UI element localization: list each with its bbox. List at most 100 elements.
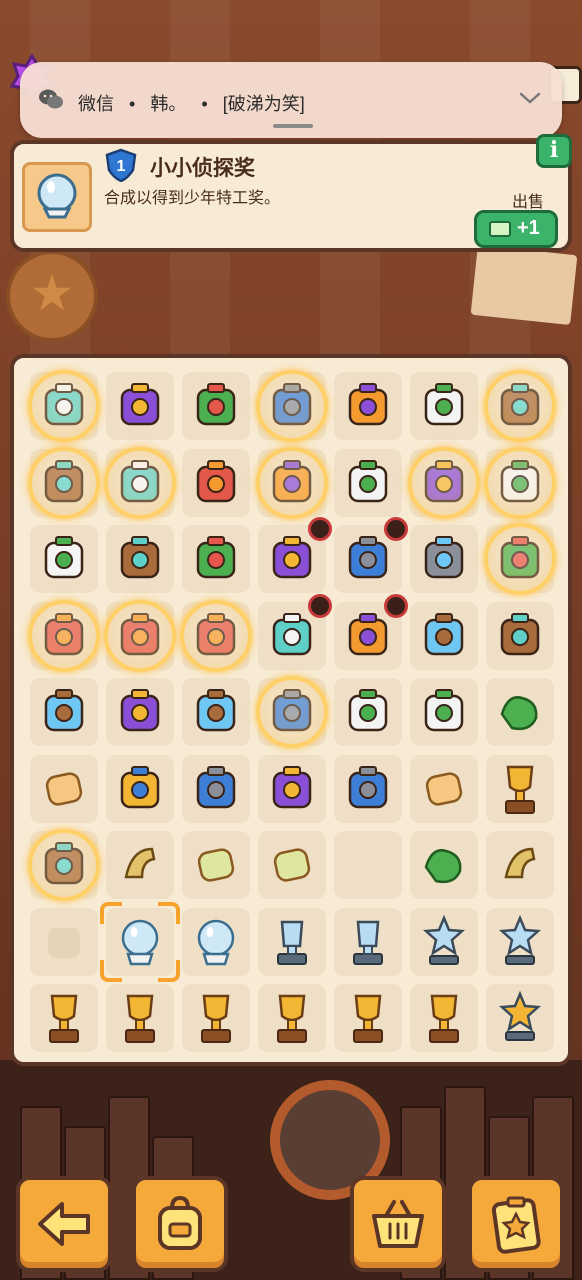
board-cell[interactable]	[180, 370, 252, 442]
wechat-notification[interactable]: 微信 • 韩。 • [破涕为笑]	[20, 62, 562, 138]
board-cell[interactable]	[408, 676, 480, 748]
board-cell[interactable]	[180, 829, 252, 901]
sell-button[interactable]: +1	[474, 210, 558, 248]
board-cell[interactable]	[104, 982, 176, 1054]
board-cell[interactable]	[408, 829, 480, 901]
info-button[interactable]: i	[536, 134, 572, 168]
gift-bubble[interactable]	[104, 599, 176, 672]
board-cell[interactable]	[28, 370, 100, 442]
board-cell[interactable]	[180, 982, 252, 1054]
board-cell[interactable]	[332, 447, 404, 519]
board-cell[interactable]	[332, 517, 408, 595]
board-cell[interactable]	[484, 600, 556, 672]
gift-bubble[interactable]	[256, 370, 328, 442]
board-cell[interactable]	[408, 906, 480, 978]
first-aid-kit-icon	[348, 689, 388, 732]
gift-bubble[interactable]	[28, 370, 100, 442]
board-cell[interactable]	[484, 982, 556, 1054]
gift-bubble[interactable]	[28, 599, 100, 672]
board-cell[interactable]	[256, 517, 332, 595]
board-cell[interactable]	[408, 600, 480, 672]
board-cell[interactable]	[256, 446, 328, 519]
shop-basket-button[interactable]	[350, 1176, 446, 1272]
board-cell[interactable]	[332, 753, 404, 825]
board-cell[interactable]	[256, 906, 328, 978]
board-cell[interactable]	[484, 370, 556, 442]
gift-bubble[interactable]	[28, 829, 100, 901]
board-cell[interactable]	[256, 829, 328, 901]
board-cell[interactable]	[104, 446, 176, 519]
board-cell[interactable]	[104, 370, 176, 442]
cookie-icon	[45, 771, 83, 806]
green-cloth-icon	[424, 849, 462, 884]
board-cell[interactable]	[104, 523, 176, 595]
gold-ring-icon	[505, 765, 535, 814]
board-cell[interactable]	[256, 593, 332, 672]
board-cell[interactable]	[484, 753, 556, 825]
board-cell[interactable]	[104, 676, 176, 748]
board-cell[interactable]	[408, 370, 480, 442]
gift-bubble[interactable]	[408, 446, 480, 519]
gift-bubble[interactable]	[28, 446, 100, 519]
gift-bubble[interactable]	[256, 446, 328, 519]
back-button[interactable]	[16, 1176, 112, 1272]
board-cell[interactable]	[28, 676, 100, 748]
gold-chess-icon	[353, 994, 383, 1043]
board-cell[interactable]	[484, 446, 556, 519]
backpack-button[interactable]	[132, 1176, 228, 1272]
board-cell[interactable]	[408, 982, 480, 1054]
gift-bubble[interactable]	[484, 446, 556, 519]
juice-can-icon	[348, 459, 388, 502]
board-cell[interactable]	[256, 753, 328, 825]
board-cell[interactable]	[28, 982, 100, 1054]
board-cell[interactable]	[332, 982, 404, 1054]
thermometer-icon	[424, 612, 464, 655]
sell-label: 出售	[511, 194, 544, 211]
board-cell[interactable]	[180, 676, 252, 748]
board-cell[interactable]	[28, 599, 100, 672]
board-cell[interactable]	[28, 446, 100, 519]
board-cell[interactable]	[332, 829, 404, 901]
board-cell[interactable]	[408, 446, 480, 519]
board-cell[interactable]	[28, 523, 100, 595]
board-cell[interactable]	[180, 753, 252, 825]
board-cell[interactable]	[256, 676, 328, 748]
board-cell[interactable]	[484, 676, 556, 748]
gold-bird-icon	[201, 994, 231, 1043]
board-cell[interactable]	[180, 447, 252, 519]
board-cell[interactable]	[484, 906, 556, 978]
selection-corner	[100, 901, 122, 924]
wall-medal	[6, 250, 98, 342]
bento-box-icon	[120, 536, 160, 579]
board-cell[interactable]	[408, 753, 480, 825]
board-cell[interactable]	[104, 829, 176, 901]
lock-icon	[384, 517, 408, 541]
board-cell[interactable]	[28, 753, 100, 825]
board-cell[interactable]	[484, 829, 556, 901]
board-cell[interactable]	[104, 599, 176, 672]
board-cell[interactable]	[408, 523, 480, 595]
crystal-star-icon	[422, 914, 466, 965]
gift-bubble[interactable]	[256, 676, 328, 748]
board-cell[interactable]	[180, 906, 252, 978]
gift-bubble[interactable]	[484, 370, 556, 442]
board-cell[interactable]	[332, 593, 408, 672]
board-cell[interactable]	[332, 906, 404, 978]
board-cell[interactable]	[332, 370, 404, 442]
board-cell[interactable]	[100, 901, 180, 982]
gift-bubble[interactable]	[484, 523, 556, 595]
board-cell[interactable]	[332, 676, 404, 748]
gift-bubble[interactable]	[180, 599, 252, 672]
board-cell[interactable]	[180, 523, 252, 595]
board-cell[interactable]	[484, 523, 556, 595]
board-cell[interactable]	[104, 753, 176, 825]
gift-bubble[interactable]	[104, 446, 176, 519]
board-cell[interactable]	[180, 599, 252, 672]
task-board-button[interactable]	[468, 1176, 564, 1272]
board-cell[interactable]	[256, 982, 328, 1054]
board-cell[interactable]	[28, 829, 100, 901]
chevron-down-icon[interactable]	[518, 86, 542, 110]
wechat-icon	[39, 89, 63, 109]
board-cell[interactable]	[256, 370, 328, 442]
board-cell[interactable]	[28, 906, 100, 978]
